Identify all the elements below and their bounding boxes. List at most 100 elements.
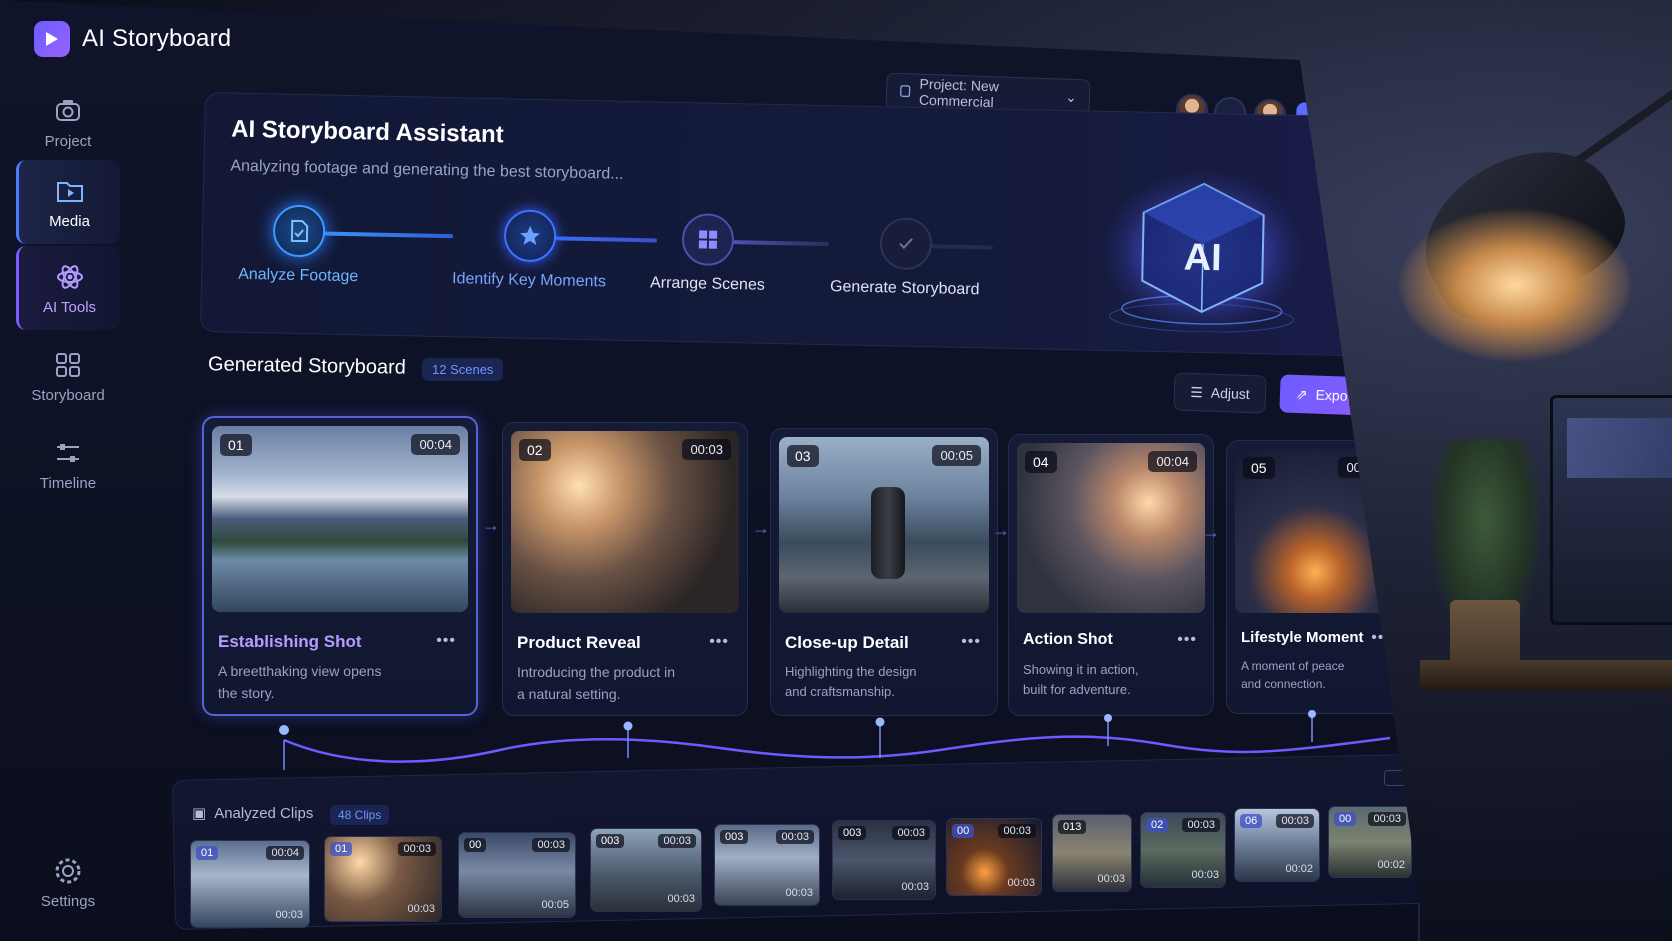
clips-header: ▣ Analyzed Clips	[192, 804, 313, 823]
sidebar-item-settings[interactable]: Settings	[16, 840, 120, 924]
camera-icon	[56, 99, 80, 121]
background-monitor	[1550, 395, 1672, 625]
ai-cube-icon: AI	[1102, 171, 1303, 333]
film-play-icon[interactable]	[34, 21, 70, 57]
sidebar-item-media[interactable]: Media	[16, 160, 120, 244]
more-options-icon[interactable]: •••	[436, 632, 456, 650]
clip-thumbnail[interactable]: 06 00:03 00:02	[1234, 808, 1320, 882]
scene-card[interactable]: 02 00:03 Product Reveal ••• Introducing …	[502, 422, 748, 716]
export-icon: ⇗	[1295, 385, 1308, 402]
scene-count-badge: 12 Scenes	[422, 358, 504, 381]
clip-number: 003	[596, 834, 625, 848]
scene-description: and connection.	[1241, 677, 1326, 691]
scene-number: 04	[1025, 451, 1057, 473]
bottle-shape	[871, 487, 905, 579]
clip-duration: 00:03	[998, 824, 1036, 838]
clip-duration: 00:03	[1007, 877, 1035, 889]
step-identify-key-moments[interactable]: Identify Key Moments	[452, 208, 607, 291]
sidebar-item-ai-tools[interactable]: AI Tools	[16, 246, 120, 330]
sidebar-item-label: Project	[44, 132, 92, 150]
step-analyze-footage[interactable]: Analyze Footage	[238, 204, 360, 286]
ai-atom-icon	[56, 264, 83, 289]
app-window: AI Storyboard Project Media AI Tools Sto…	[0, 0, 1420, 941]
more-options-icon[interactable]: •••	[709, 633, 729, 651]
collapse-icon[interactable]	[1384, 770, 1410, 786]
sliders-icon: ☰	[1190, 383, 1204, 400]
scene-thumbnail: 01 00:04	[212, 426, 468, 612]
scene-thumbnail: 05 00:03	[1235, 449, 1395, 613]
clip-duration: 00:03	[1191, 869, 1219, 881]
step-label: Identify Key Moments	[451, 270, 607, 291]
export-button[interactable]: ⇗ Export	[1279, 374, 1373, 416]
scene-card[interactable]: 05 00:03 Lifestyle Moment ••• A moment o…	[1226, 440, 1404, 714]
clip-thumbnail[interactable]: 00 00:03 00:05	[458, 832, 576, 918]
clip-thumbnail[interactable]: 01 00:03 00:03	[324, 836, 442, 922]
room-lamp-arm	[1570, 80, 1672, 168]
step-generate-storyboard[interactable]: Generate Storyboard	[830, 216, 981, 299]
clip-thumbnail[interactable]: 01 00:04 00:03	[190, 840, 310, 928]
clip-number: 02	[1146, 818, 1169, 832]
sliders-icon	[57, 443, 79, 462]
clip-thumbnail[interactable]: 00 00:03 00:02	[1328, 806, 1412, 878]
file-check-icon	[272, 204, 326, 258]
clip-number: 003	[720, 830, 749, 844]
scene-title: Action Shot	[1023, 631, 1113, 648]
clip-duration: 00:03	[532, 838, 570, 852]
clip-number: 00	[1334, 812, 1357, 826]
sidebar-item-label: Timeline	[39, 474, 97, 492]
scene-description: built for adventure.	[1023, 682, 1131, 697]
clip-number: 013	[1058, 820, 1087, 834]
scene-number: 02	[519, 439, 551, 461]
scene-title: Close-up Detail	[785, 633, 909, 652]
scene-card[interactable]: 04 00:04 Action Shot ••• Showing it in a…	[1008, 434, 1214, 716]
scene-title: Lifestyle Moment	[1241, 629, 1364, 646]
sidebar-item-storyboard[interactable]: Storyboard	[16, 334, 120, 418]
clip-duration: 00:05	[541, 899, 569, 911]
scene-description: Showing it in action,	[1023, 662, 1139, 677]
clip-thumbnail[interactable]: 013 00:03	[1052, 814, 1132, 892]
clip-duration: 00:03	[275, 909, 303, 921]
sidebar-item-label: Media	[49, 212, 90, 230]
more-options-icon[interactable]: •••	[961, 633, 981, 651]
assistant-title: AI Storyboard Assistant	[230, 115, 504, 149]
sidebar-item-timeline[interactable]: Timeline	[16, 422, 120, 506]
scene-description: Highlighting the design	[785, 664, 917, 679]
gear-icon	[55, 858, 81, 883]
scene-number: 01	[220, 434, 252, 456]
lamp-light	[1400, 210, 1630, 360]
step-arrange-scenes[interactable]: Arrange Scenes	[650, 212, 766, 294]
scene-description: A breetthaking view opens	[218, 663, 382, 679]
scene-description: Introducing the product in	[517, 664, 675, 680]
scene-duration: 00:04	[411, 434, 460, 455]
assistant-subtitle: Analyzing footage and generating the bes…	[230, 157, 624, 183]
clips-icon: ▣	[192, 805, 207, 822]
scene-thumbnail: 02 00:03	[511, 431, 739, 613]
more-options-icon[interactable]: •••	[1177, 631, 1197, 649]
adjust-button[interactable]: ☰ Adjust	[1173, 372, 1267, 414]
export-label: Export	[1315, 386, 1357, 405]
scene-thumbnail: 03 00:05	[779, 437, 989, 613]
scene-thumbnail: 04 00:04	[1017, 443, 1205, 613]
clip-thumbnail[interactable]: 003 00:03 00:03	[714, 824, 820, 906]
scene-duration: 00:04	[1148, 451, 1197, 472]
arrow-right-icon: →	[1202, 522, 1220, 542]
clip-thumbnail[interactable]: 003 00:03 00:03	[590, 828, 702, 912]
star-icon	[503, 209, 557, 263]
clip-number: 01	[330, 842, 353, 856]
share-label: Share	[1323, 112, 1360, 129]
more-options-icon[interactable]: •••	[1371, 629, 1391, 647]
clip-number: 00	[464, 838, 487, 852]
scene-title: Establishing Shot	[218, 632, 362, 651]
clip-thumbnail[interactable]: 003 00:03 00:03	[832, 820, 936, 900]
document-icon	[900, 85, 911, 98]
clip-number: 00	[952, 824, 975, 838]
scene-card[interactable]: 03 00:05 Close-up Detail ••• Highlightin…	[770, 428, 998, 716]
clip-thumbnail[interactable]: 02 00:03 00:03	[1140, 812, 1226, 888]
sidebar-item-project[interactable]: Project	[16, 80, 120, 164]
clip-thumbnail[interactable]: 00 00:03 00:03	[946, 818, 1042, 896]
storyboard-title: Generated Storyboard	[207, 353, 407, 379]
scene-card[interactable]: 01 00:04 Establishing Shot ••• A breetth…	[202, 416, 478, 716]
step-label: Analyze Footage	[238, 265, 359, 286]
folder-media-icon	[56, 181, 83, 202]
arrow-right-icon: →	[482, 515, 500, 535]
